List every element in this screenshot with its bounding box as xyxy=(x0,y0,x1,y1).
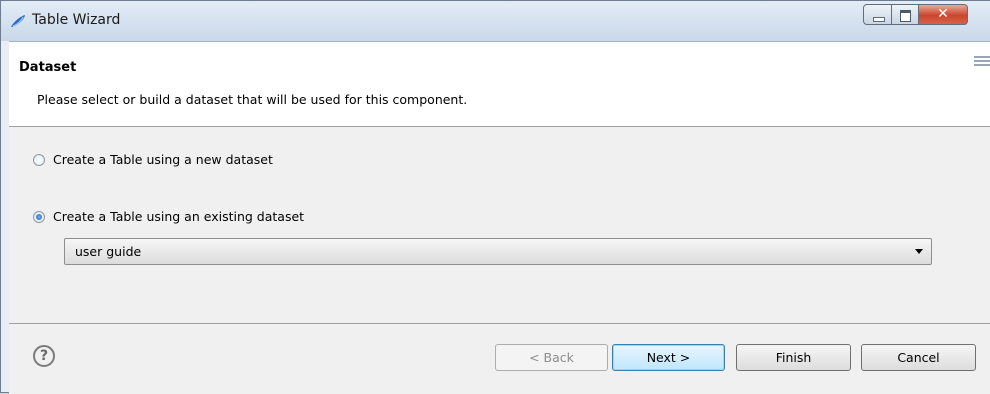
title-bar[interactable]: Table Wizard ✕ xyxy=(1,1,990,41)
option-existing-dataset-label: Create a Table using an existing dataset xyxy=(53,209,305,224)
wizard-header: Dataset Please select or build a dataset… xyxy=(9,41,990,127)
wizard-content: Create a Table using a new dataset Creat… xyxy=(9,127,990,323)
dataset-dropdown-value: user guide xyxy=(75,244,142,259)
window-controls: ✕ xyxy=(863,4,968,25)
option-new-dataset[interactable]: Create a Table using a new dataset xyxy=(33,152,273,167)
finish-button[interactable]: Finish xyxy=(736,344,851,371)
minimize-button[interactable] xyxy=(863,4,892,25)
page-title: Dataset xyxy=(19,60,77,75)
wizard-footer: ? < Back Next > Finish Cancel xyxy=(9,323,990,394)
eclipse-birt-icon xyxy=(11,15,25,27)
maximize-button[interactable] xyxy=(892,4,919,25)
back-button[interactable]: < Back xyxy=(495,344,608,371)
option-existing-dataset[interactable]: Create a Table using an existing dataset xyxy=(33,209,304,224)
close-button[interactable]: ✕ xyxy=(919,4,968,25)
maximize-icon xyxy=(900,10,911,22)
radio-new-dataset[interactable] xyxy=(33,153,45,166)
dataset-dropdown[interactable]: user guide xyxy=(64,238,932,265)
wizard-banner-icon xyxy=(974,56,990,70)
option-new-dataset-label: Create a Table using a new dataset xyxy=(53,152,273,167)
minimize-icon xyxy=(873,17,885,22)
help-icon[interactable]: ? xyxy=(33,345,55,367)
window-title: Table Wizard xyxy=(32,12,121,28)
radio-existing-dataset[interactable] xyxy=(33,210,45,223)
chevron-down-icon[interactable] xyxy=(915,249,923,254)
close-icon: ✕ xyxy=(937,6,949,22)
next-button[interactable]: Next > xyxy=(612,344,725,371)
page-description: Please select or build a dataset that wi… xyxy=(37,92,468,107)
cancel-button[interactable]: Cancel xyxy=(861,344,976,371)
table-wizard-window: Table Wizard ✕ Dataset Please select or … xyxy=(0,0,990,394)
